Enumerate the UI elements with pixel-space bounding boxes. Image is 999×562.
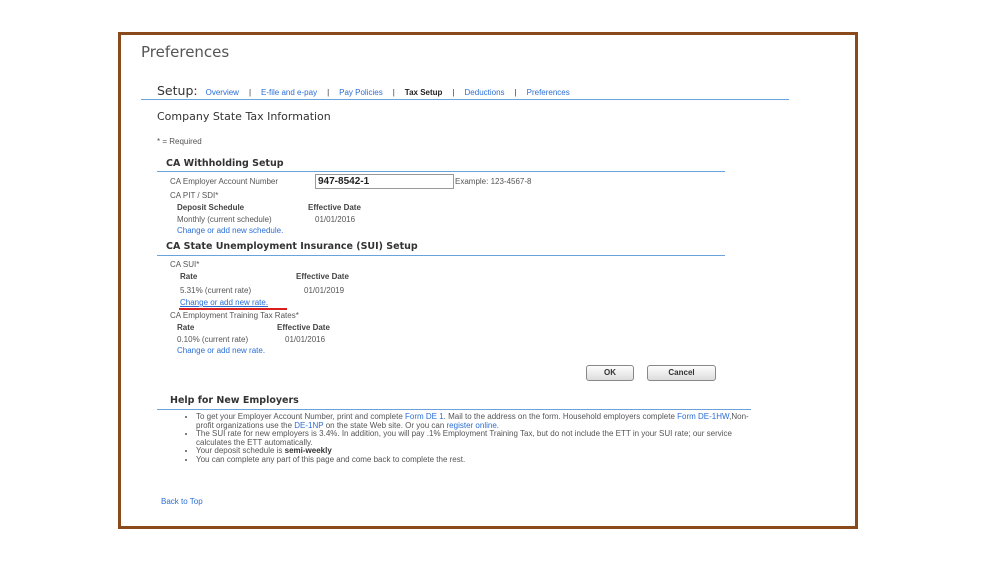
setup-label: Setup: xyxy=(157,83,198,98)
help-heading: Help for New Employers xyxy=(170,395,299,406)
sui-rate-value: 5.31% (current rate) xyxy=(180,286,252,295)
ett-rate-date: 01/01/2016 xyxy=(285,335,326,344)
tab-pay-policies[interactable]: Pay Policies xyxy=(339,88,383,97)
pit-sdi-label: CA PIT / SDI* xyxy=(170,191,219,200)
nav-separator: | xyxy=(514,88,517,97)
nav-separator: | xyxy=(392,88,395,97)
deposit-schedule-header: Deposit Schedule xyxy=(177,203,245,212)
nav-divider xyxy=(141,99,789,100)
cancel-button[interactable]: Cancel xyxy=(647,365,716,381)
help-item: You can complete any part of this page a… xyxy=(196,455,756,465)
tab-deductions[interactable]: Deductions xyxy=(465,88,505,97)
ett-date-header: Effective Date xyxy=(277,323,330,332)
required-note: * = Required xyxy=(157,137,202,146)
withholding-divider xyxy=(157,171,725,172)
preferences-panel: Preferences Setup: Overview | E-file and… xyxy=(118,32,858,529)
form-de1hw-link[interactable]: Form DE-1HW xyxy=(677,412,729,421)
withholding-heading: CA Withholding Setup xyxy=(166,158,284,169)
sui-date-header: Effective Date xyxy=(296,272,349,281)
tab-tax-setup[interactable]: Tax Setup xyxy=(405,88,443,97)
help-item: To get your Employer Account Number, pri… xyxy=(196,412,756,430)
account-number-input[interactable]: 947-8542-1 xyxy=(315,174,454,189)
nav-separator: | xyxy=(452,88,455,97)
change-sui-rate-link[interactable]: Change or add new rate. xyxy=(180,298,268,307)
sui-divider xyxy=(157,255,725,256)
tab-overview[interactable]: Overview xyxy=(206,88,239,97)
account-example: Example: 123-4567-8 xyxy=(455,177,532,186)
sui-rate-header: Rate xyxy=(180,272,198,281)
change-schedule-link[interactable]: Change or add new schedule. xyxy=(177,226,283,235)
schedule-date: 01/01/2016 xyxy=(315,215,356,224)
page-title: Preferences xyxy=(141,43,230,61)
setup-nav: Setup: Overview | E-file and e-pay | Pay… xyxy=(157,83,570,98)
help-divider xyxy=(157,409,751,410)
sui-label: CA SUI* xyxy=(170,260,200,269)
tab-preferences[interactable]: Preferences xyxy=(527,88,570,97)
ett-rate-value: 0.10% (current rate) xyxy=(177,335,249,344)
sui-heading: CA State Unemployment Insurance (SUI) Se… xyxy=(166,241,418,252)
ett-rate-header: Rate xyxy=(177,323,195,332)
deposit-schedule-value: semi-weekly xyxy=(284,446,332,455)
section-title: Company State Tax Information xyxy=(157,110,331,123)
ett-label: CA Employment Training Tax Rates* xyxy=(170,311,299,320)
help-list: To get your Employer Account Number, pri… xyxy=(166,412,756,465)
ok-button[interactable]: OK xyxy=(586,365,634,381)
effective-date-header: Effective Date xyxy=(308,203,361,212)
account-number-label: CA Employer Account Number xyxy=(170,177,279,186)
change-ett-rate-link[interactable]: Change or add new rate. xyxy=(177,346,265,355)
help-text: Your deposit schedule is xyxy=(196,446,285,455)
back-to-top-link[interactable]: Back to Top xyxy=(161,497,203,506)
nav-separator: | xyxy=(248,88,252,97)
sui-rate-date: 01/01/2019 xyxy=(304,286,345,295)
highlight-underline xyxy=(179,308,287,310)
help-item: The SUI rate for new employers is 3.4%. … xyxy=(196,429,756,447)
schedule-value: Monthly (current schedule) xyxy=(177,215,272,224)
nav-separator: | xyxy=(327,88,330,97)
tab-efile-epay[interactable]: E-file and e-pay xyxy=(261,88,317,97)
